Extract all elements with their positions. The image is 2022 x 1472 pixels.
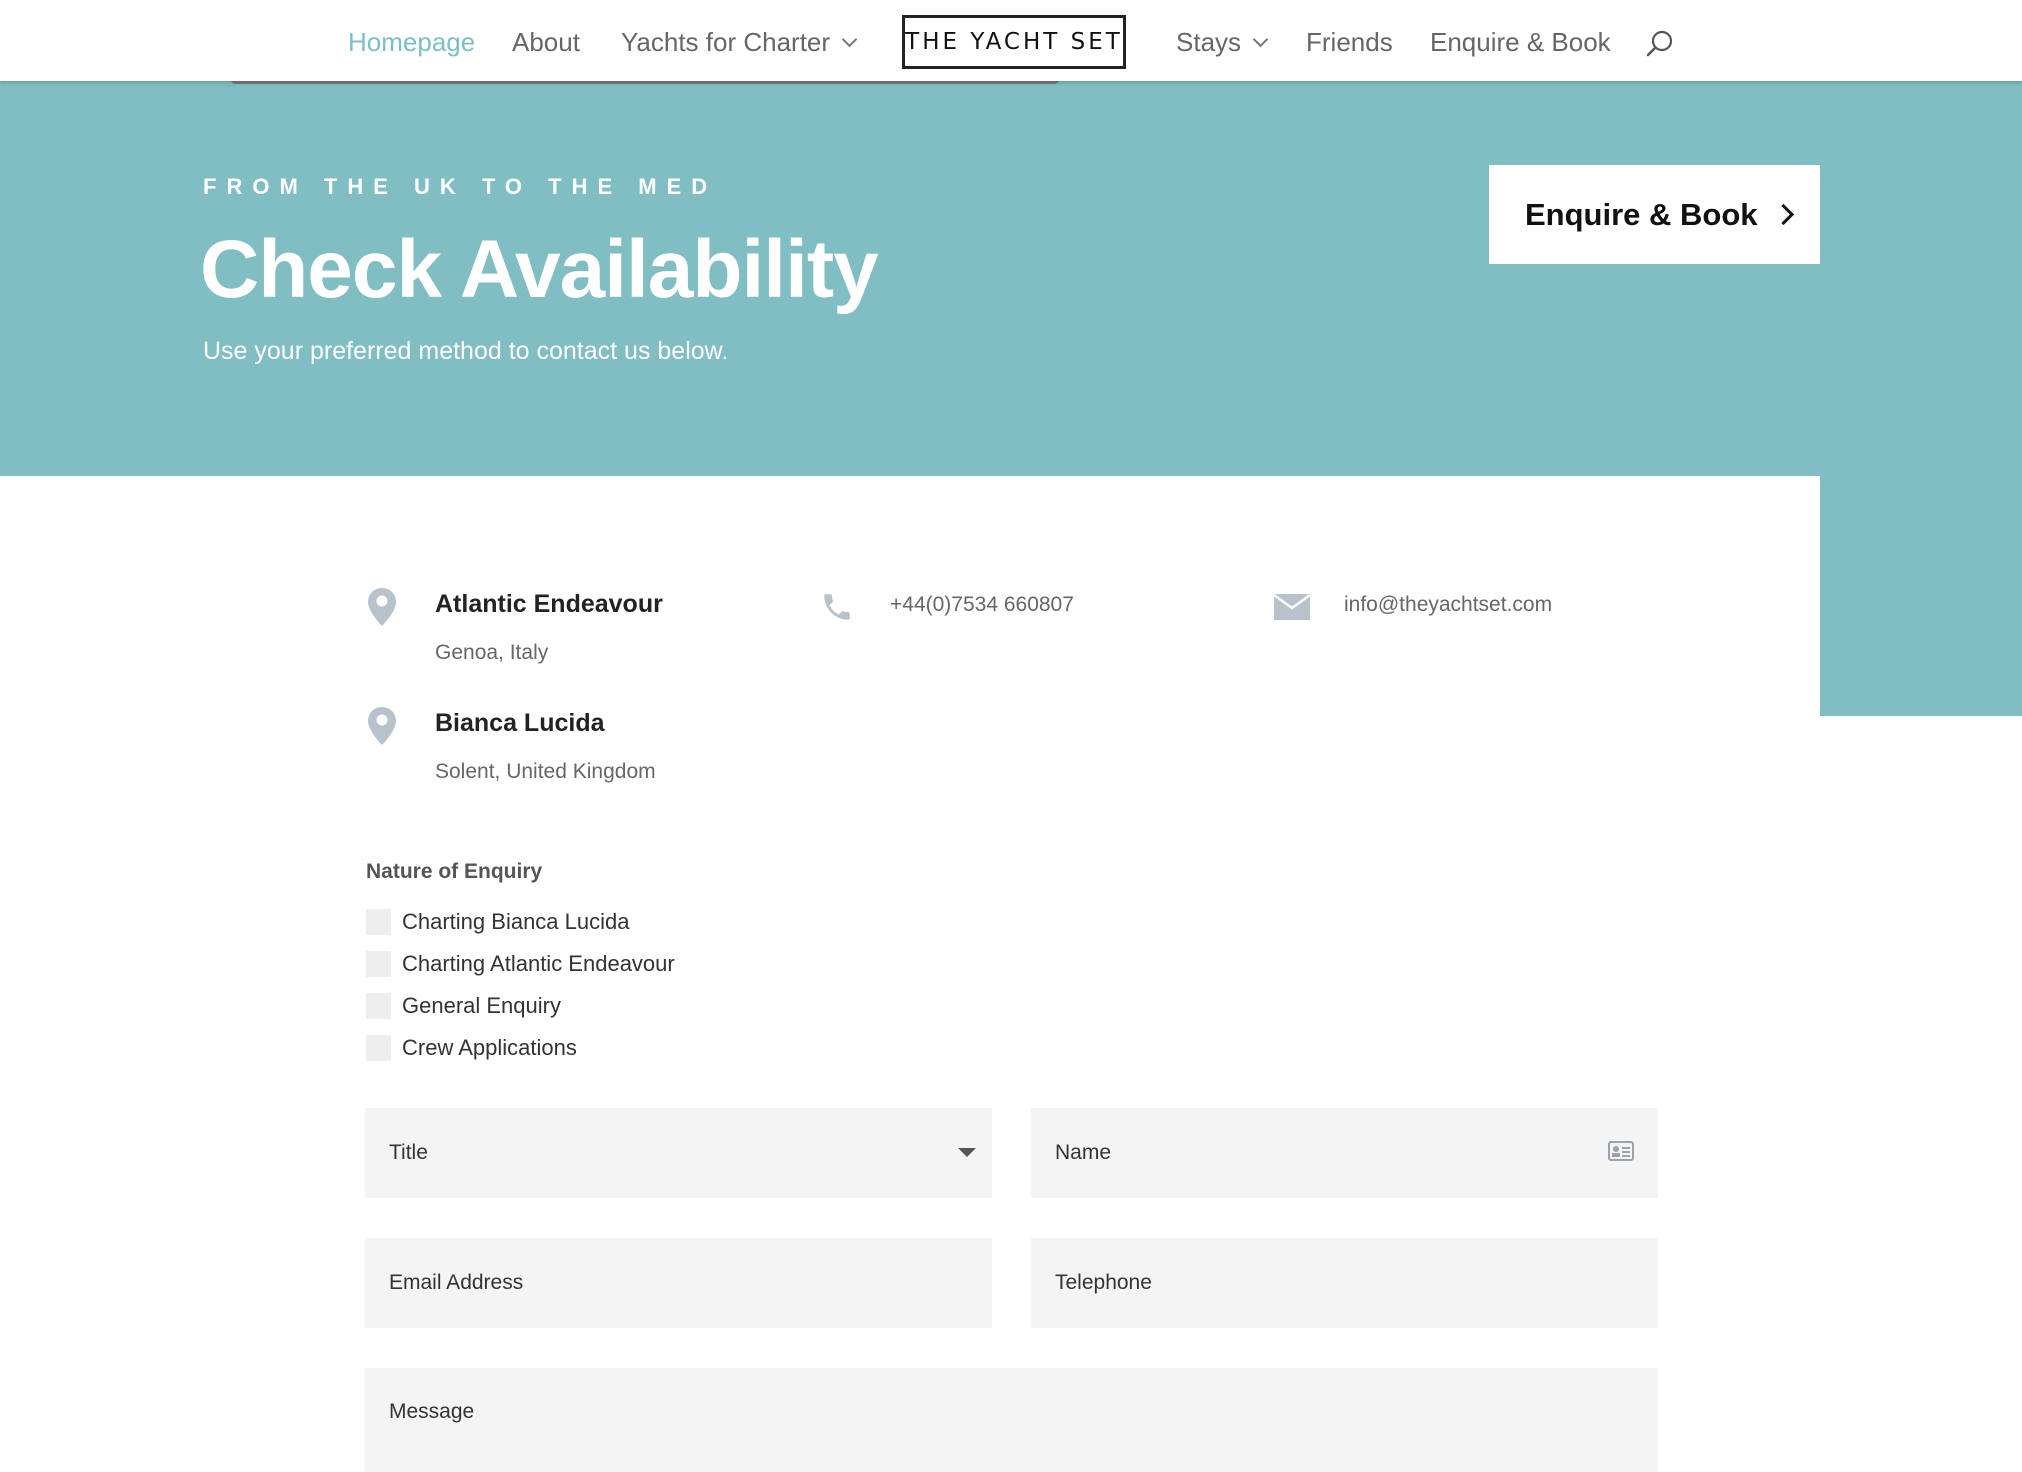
nav-about-label: About bbox=[512, 27, 580, 57]
nav-friends[interactable]: Friends bbox=[1306, 26, 1393, 58]
checkbox[interactable] bbox=[366, 909, 391, 935]
phone-icon bbox=[824, 594, 850, 620]
nav-stays[interactable]: Stays bbox=[1176, 26, 1269, 58]
email-address[interactable]: info@theyachtset.com bbox=[1344, 593, 1552, 617]
chevron-right-icon bbox=[1772, 203, 1794, 226]
message-textarea-placeholder: Message bbox=[389, 1400, 475, 1423]
email-field[interactable]: Email Address bbox=[365, 1238, 992, 1328]
hero-side-accent bbox=[1820, 476, 2022, 716]
checkbox[interactable] bbox=[366, 993, 391, 1019]
chevron-down-icon bbox=[1252, 31, 1269, 48]
map-pin-icon bbox=[368, 588, 396, 626]
name-field[interactable]: Name bbox=[1031, 1108, 1658, 1198]
hero-subtitle: Use your preferred method to contact us … bbox=[203, 337, 729, 365]
nav-stays-label: Stays bbox=[1176, 27, 1242, 57]
checkbox[interactable] bbox=[366, 1035, 391, 1061]
nav-enquire-book[interactable]: Enquire & Book bbox=[1430, 26, 1611, 58]
hero-eyebrow: FROM THE UK TO THE MED bbox=[203, 174, 718, 199]
checkbox-label: General Enquiry bbox=[402, 993, 561, 1018]
location-name: Bianca Lucida bbox=[435, 709, 605, 737]
message-textarea[interactable]: Message bbox=[365, 1368, 1658, 1472]
email-icon bbox=[1273, 593, 1311, 620]
nav-about[interactable]: About bbox=[512, 26, 580, 58]
telephone-field-placeholder: Telephone bbox=[1055, 1271, 1152, 1294]
page-title: Check Availability bbox=[200, 224, 879, 315]
enquiry-option[interactable]: Charting Atlantic Endeavour bbox=[366, 950, 675, 978]
caret-down-icon bbox=[958, 1148, 976, 1157]
checkbox[interactable] bbox=[366, 951, 391, 977]
email-field-placeholder: Email Address bbox=[389, 1271, 524, 1294]
name-field-placeholder: Name bbox=[1055, 1141, 1112, 1164]
nav-friends-label: Friends bbox=[1306, 27, 1393, 57]
contact-card-icon bbox=[1608, 1141, 1634, 1161]
location-place: Solent, United Kingdom bbox=[435, 760, 656, 783]
checkbox-label: Crew Applications bbox=[402, 1035, 577, 1060]
title-select[interactable]: Title bbox=[365, 1108, 992, 1198]
nav-homepage-label: Homepage bbox=[348, 27, 476, 57]
location-name: Atlantic Endeavour bbox=[435, 590, 663, 618]
enquiry-option[interactable]: General Enquiry bbox=[366, 992, 561, 1020]
enquire-book-button[interactable]: Enquire & Book bbox=[1489, 165, 1820, 264]
site-header: Homepage About Yachts for Charter THE YA… bbox=[0, 0, 2022, 81]
search-icon[interactable] bbox=[1645, 29, 1675, 59]
checkbox-label: Charting Bianca Lucida bbox=[402, 909, 630, 934]
phone-number[interactable]: +44(0)7534 660807 bbox=[890, 593, 1074, 617]
enquiry-option[interactable]: Charting Bianca Lucida bbox=[366, 908, 629, 936]
site-logo[interactable]: THE YACHT SET bbox=[902, 15, 1126, 69]
checkbox-label: Charting Atlantic Endeavour bbox=[402, 951, 675, 976]
nav-homepage[interactable]: Homepage bbox=[348, 26, 475, 58]
enquiry-option[interactable]: Crew Applications bbox=[366, 1034, 577, 1062]
nav-yachts-label: Yachts for Charter bbox=[621, 27, 831, 57]
title-select-value: Title bbox=[389, 1141, 428, 1164]
map-pin-icon bbox=[368, 707, 396, 745]
telephone-field[interactable]: Telephone bbox=[1031, 1238, 1658, 1328]
nav-enquire-label: Enquire & Book bbox=[1430, 27, 1611, 57]
location-place: Genoa, Italy bbox=[435, 641, 549, 664]
chevron-down-icon bbox=[841, 31, 858, 48]
enquire-book-button-label: Enquire & Book bbox=[1525, 196, 1758, 232]
nav-yachts-for-charter[interactable]: Yachts for Charter bbox=[621, 26, 858, 58]
enquiry-type-label: Nature of Enquiry bbox=[366, 860, 543, 883]
